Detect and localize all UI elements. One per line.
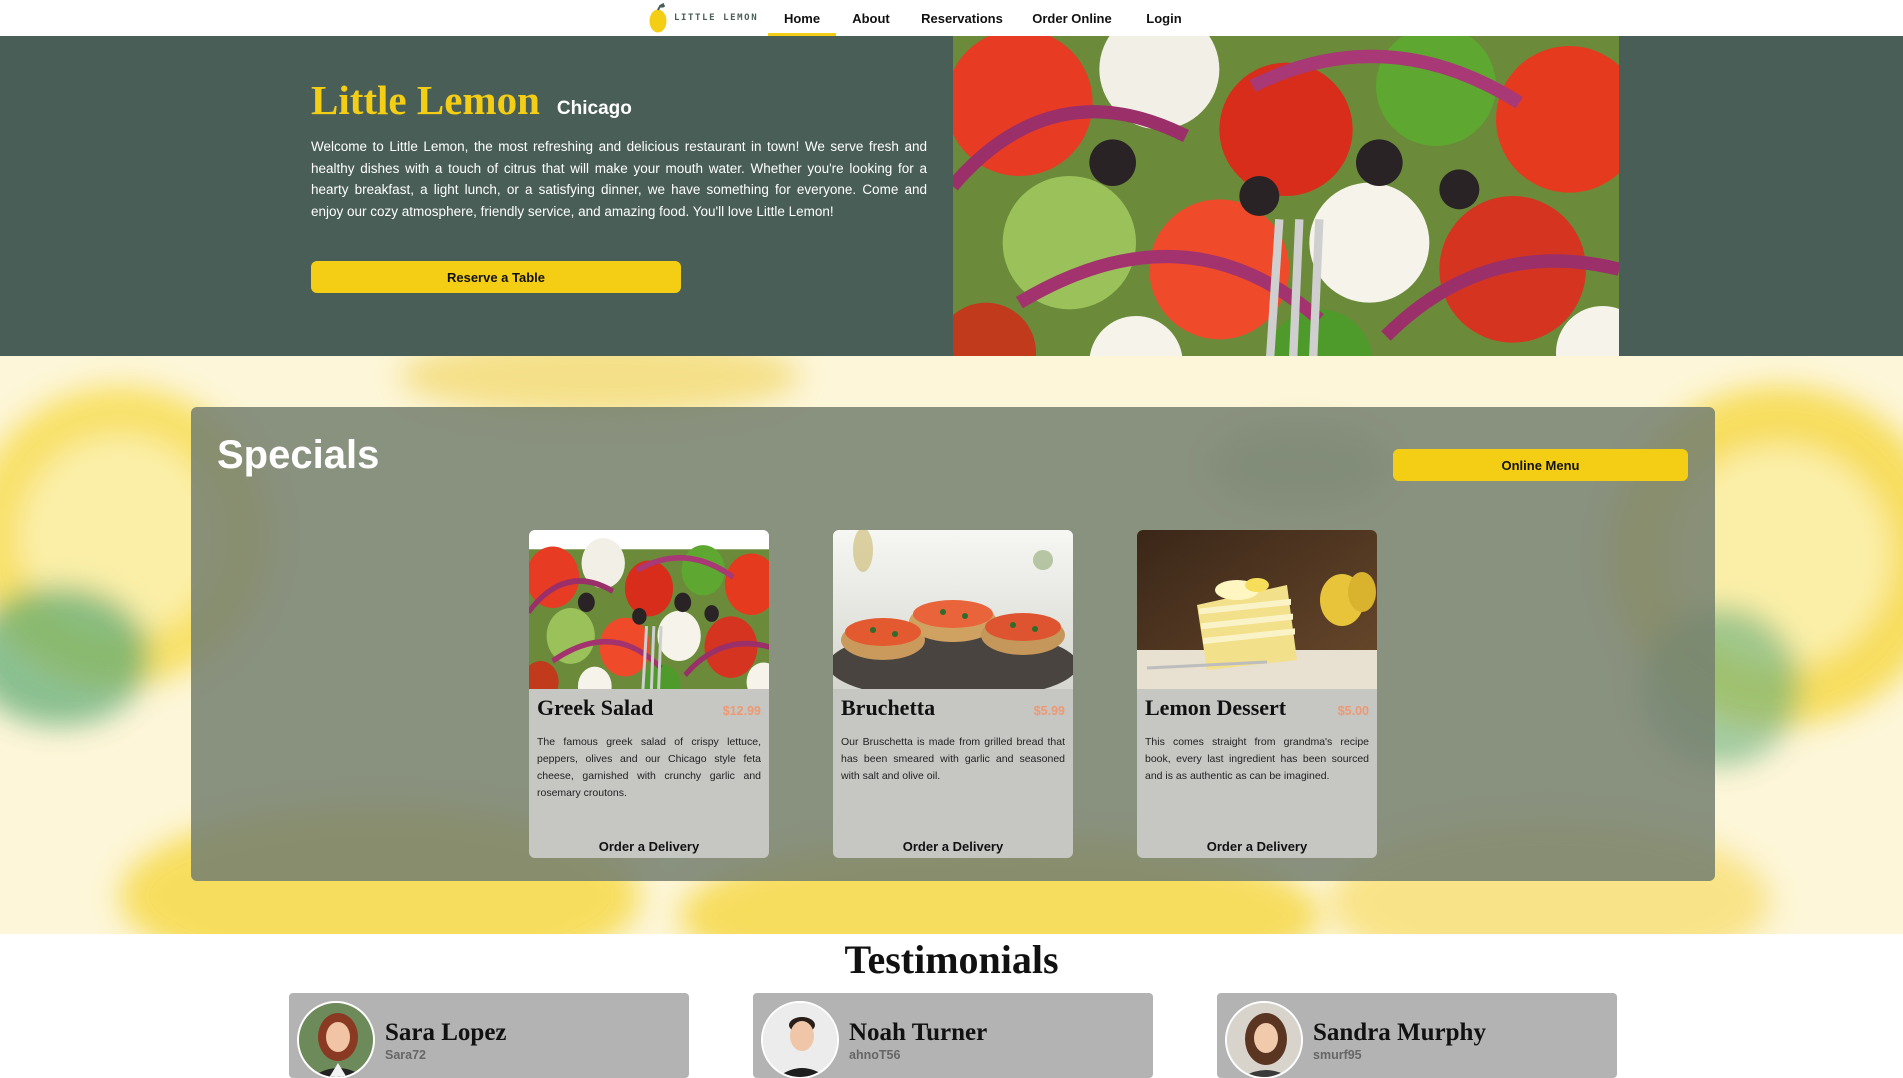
nav-about[interactable]: About [836, 0, 906, 36]
testimonials-title: Testimonials [844, 937, 1059, 982]
testimonial-username: ahnoT56 [849, 1048, 901, 1062]
testimonial-username: smurf95 [1313, 1048, 1362, 1062]
hero-section: Little Lemon Chicago Welcome to Little L… [0, 36, 1903, 356]
specials-panel: Specials Online Menu Greek Salad $12.99 … [191, 407, 1715, 881]
online-menu-button[interactable]: Online Menu [1393, 449, 1688, 481]
reserve-table-button[interactable]: Reserve a Table [311, 261, 681, 293]
bruschetta-image [833, 530, 1073, 689]
testimonial-username: Sara72 [385, 1048, 427, 1062]
special-card-lemon-dessert[interactable]: Lemon Dessert $5.00 This comes straight … [1137, 530, 1377, 858]
nav-order-online[interactable]: Order Online [1018, 0, 1126, 36]
order-delivery-link[interactable]: Order a Delivery [833, 839, 1073, 854]
testimonial-card: Sandra Murphy smurf95 [1217, 993, 1617, 1078]
lemon-dessert-image [1137, 530, 1377, 689]
hero-title: Little Lemon [311, 77, 540, 123]
nav-home[interactable]: Home [768, 0, 836, 36]
nav-links: Home About Reservations Order Online Log… [768, 0, 1202, 36]
card-description: This comes straight from grandma's recip… [1145, 736, 1369, 782]
logo-text: LITTLE LEMON [674, 13, 759, 23]
hero-title-row: Little Lemon Chicago [311, 76, 632, 124]
nav-login[interactable]: Login [1126, 0, 1202, 36]
card-description: Our Bruschetta is made from grilled brea… [841, 736, 1065, 782]
nav-reservations[interactable]: Reservations [906, 0, 1018, 36]
avatar [761, 1001, 839, 1078]
hero-image [953, 36, 1619, 356]
testimonial-name: Sandra Murphy [1313, 1019, 1486, 1046]
hero-city: Chicago [556, 98, 632, 119]
card-title: Greek Salad [537, 695, 654, 720]
card-price: $5.00 [1337, 704, 1369, 718]
testimonial-name: Sara Lopez [385, 1019, 507, 1046]
greek-salad-image [529, 530, 769, 689]
card-price: $5.99 [1033, 704, 1065, 718]
avatar [297, 1001, 375, 1078]
card-title: Bruchetta [841, 695, 936, 720]
card-description: The famous greek salad of crispy lettuce… [537, 736, 761, 799]
logo[interactable]: LITTLE LEMON [648, 0, 758, 36]
order-delivery-link[interactable]: Order a Delivery [1137, 839, 1377, 854]
order-delivery-link[interactable]: Order a Delivery [529, 839, 769, 854]
card-header: Bruchetta $5.99 [841, 695, 1065, 721]
avatar [1225, 1001, 1303, 1078]
hero-description: Welcome to Little Lemon, the most refres… [311, 139, 927, 219]
card-price: $12.99 [722, 704, 761, 718]
card-header: Lemon Dessert $5.00 [1145, 695, 1369, 721]
special-card-greek-salad[interactable]: Greek Salad $12.99 The famous greek sala… [529, 530, 769, 858]
specials-title: Specials [217, 433, 380, 477]
special-card-bruchetta[interactable]: Bruchetta $5.99 Our Bruschetta is made f… [833, 530, 1073, 858]
card-header: Greek Salad $12.99 [537, 695, 761, 721]
card-title: Lemon Dessert [1145, 695, 1287, 720]
testimonial-name: Noah Turner [849, 1019, 988, 1046]
testimonial-card: Sara Lopez Sara72 [289, 993, 689, 1078]
testimonial-card: Noah Turner ahnoT56 [753, 993, 1153, 1078]
lemon-logo-icon [648, 2, 668, 34]
top-nav: LITTLE LEMON Home About Reservations Ord… [0, 0, 1903, 36]
